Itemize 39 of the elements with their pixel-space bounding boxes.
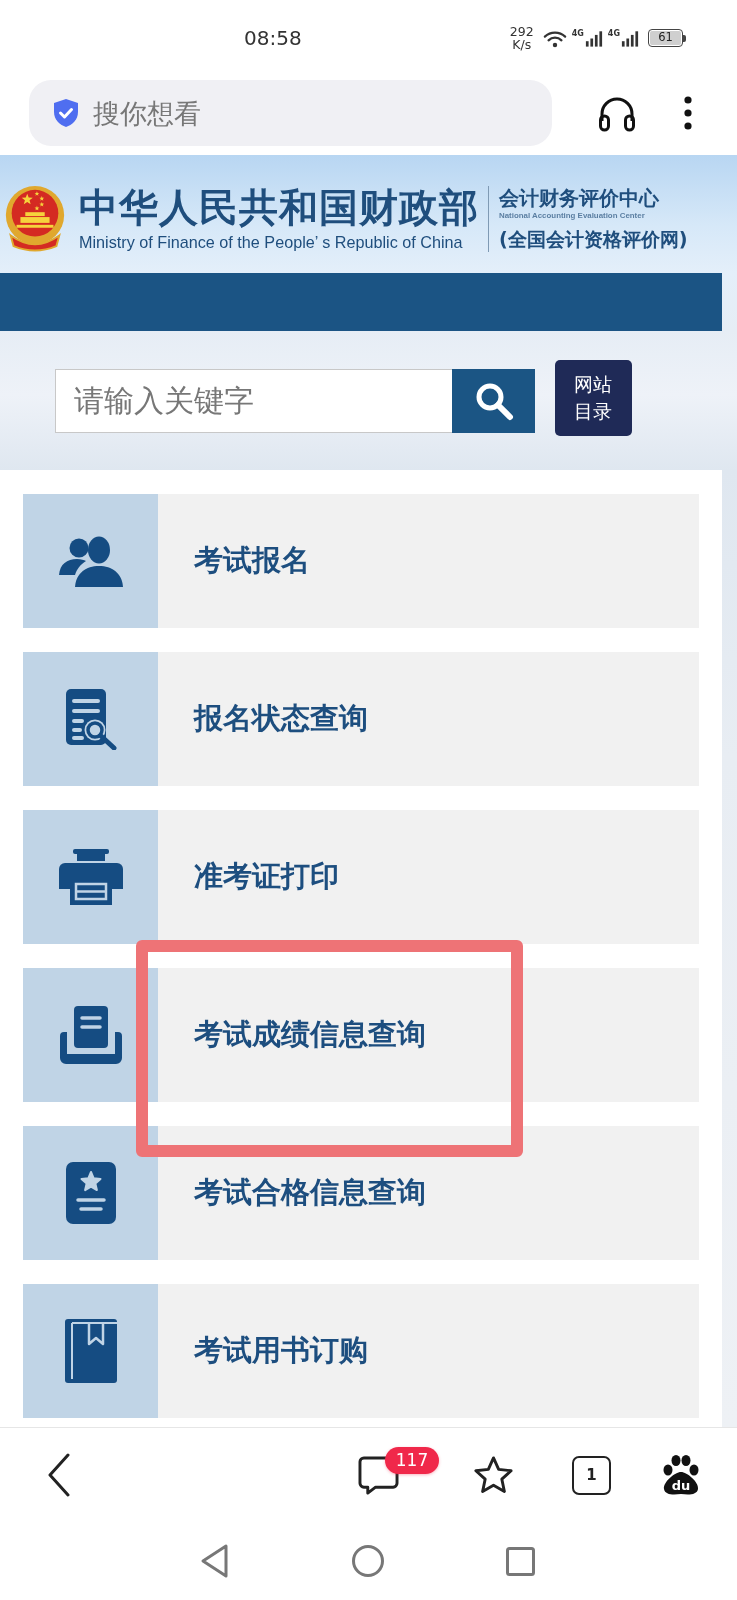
menu-item[interactable]: 考试报名 [23,494,699,628]
star-icon[interactable] [473,1455,514,1495]
site-title: 中华人民共和国财政部 [79,186,479,230]
menu-item[interactable]: 报名状态查询 [23,652,699,786]
menu-item[interactable]: 考试用书订购 [23,1284,699,1418]
search-button[interactable] [452,368,535,433]
address-field[interactable]: 搜你想看 [29,80,552,146]
menu-item[interactable]: 考试合格信息查询 [23,1126,699,1260]
speed-unit: K/s [512,38,532,52]
paw-button[interactable]: du [662,1455,700,1495]
recents-icon[interactable] [506,1546,535,1576]
menu-icon[interactable] [684,96,692,130]
back-icon[interactable] [47,1453,71,1497]
menu-item[interactable]: 考试成绩信息查询 [23,968,699,1102]
book-icon [64,1319,117,1383]
site-subtitle: Ministry of Finance of the People’ s Republic of China [79,233,464,252]
certificate-icon [65,1162,116,1224]
people-icon [57,535,124,587]
signal-icon [584,29,603,47]
signal-icon [621,29,639,47]
menu-item[interactable]: 准考证打印 [23,810,699,944]
clock-time: 08:58 [244,28,302,48]
site-map-button[interactable]: 网站目录 [555,359,632,436]
paw-icon [662,1455,700,1495]
printer-icon [58,849,123,905]
shield-icon [53,98,79,128]
tray-icon [59,1006,122,1064]
document-search-icon [63,688,118,750]
site-name: (全国会计资格评价网) [499,228,688,250]
network-type-label: 4G [571,29,584,38]
network-type-label: 4G [607,29,620,38]
tab-count-button[interactable]: 1 [572,1455,611,1495]
notification-badge: 117 [385,1446,439,1474]
search-field[interactable]: 请输入关键字 [55,368,452,433]
center-name: 会计财务评价中心 [499,188,660,210]
battery-indicator: 61 [648,29,686,47]
home-icon[interactable] [352,1545,384,1577]
network-speed: 292 [509,24,534,38]
emblem-icon [4,185,66,253]
